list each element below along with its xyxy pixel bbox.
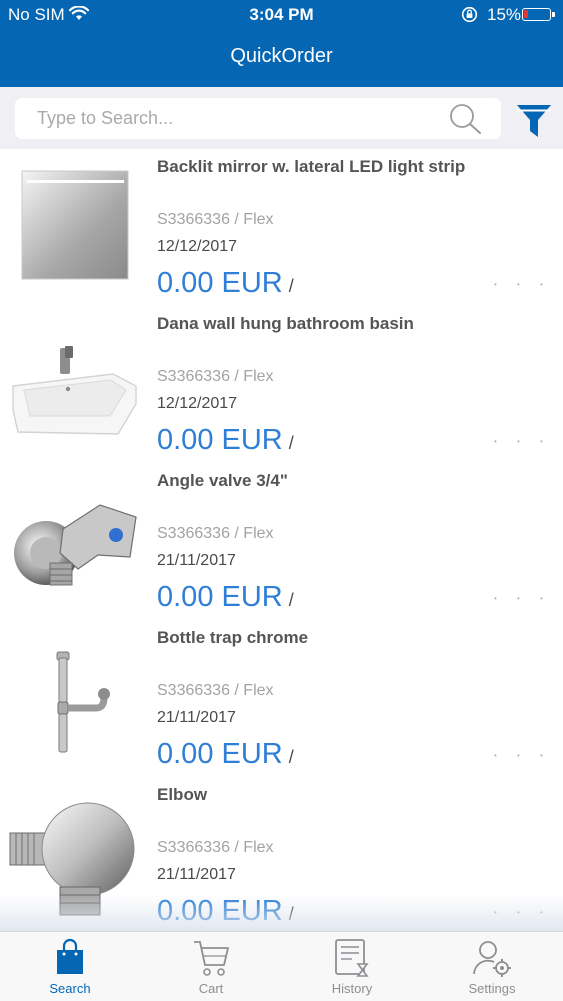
history-icon (334, 938, 370, 983)
tab-bar: Search Cart History Settings (0, 931, 563, 1001)
search-icon[interactable] (449, 103, 483, 140)
product-price: 0.00 EUR / (157, 424, 294, 457)
product-price: 0.00 EUR / (157, 895, 294, 928)
tab-label: Search (49, 981, 91, 996)
mirror-image (8, 163, 138, 293)
cart-icon (192, 938, 230, 983)
product-name: Dana wall hung bathroom basin (157, 314, 414, 333)
price-value: 0.00 EUR (157, 895, 283, 927)
app-header: No SIM 3:04 PM 15% QuickOrder (0, 0, 563, 87)
more-options-button[interactable]: • • • (494, 280, 552, 289)
battery-icon (522, 8, 555, 21)
product-date: 21/11/2017 (157, 866, 236, 883)
product-name: Backlit mirror w. lateral LED light stri… (157, 157, 466, 176)
clock: 3:04 PM (249, 5, 314, 24)
product-date: 12/12/2017 (157, 395, 238, 412)
tab-cart[interactable]: Cart (141, 932, 281, 1001)
search-placeholder: Type to Search... (37, 108, 174, 128)
product-sku: S3366336 / Flex (157, 682, 274, 699)
product-row[interactable]: Angle valve 3/4" S3366336 / Flex 21/11/2… (0, 463, 563, 621)
product-price: 0.00 EUR / (157, 581, 294, 614)
product-sku: S3366336 / Flex (157, 211, 274, 228)
product-row[interactable]: Backlit mirror w. lateral LED light stri… (0, 149, 563, 307)
settings-icon (472, 938, 512, 983)
valve-image (8, 477, 138, 607)
price-value: 0.00 EUR (157, 738, 283, 770)
shopping-bag-icon (55, 938, 85, 981)
product-date: 21/11/2017 (157, 552, 236, 569)
more-options-button[interactable]: • • • (494, 908, 552, 917)
product-sku: S3366336 / Flex (157, 839, 274, 856)
tab-label: Cart (198, 981, 224, 996)
product-date: 21/11/2017 (157, 709, 236, 726)
product-date: 12/12/2017 (157, 238, 238, 255)
price-value: 0.00 EUR (157, 267, 283, 299)
product-sku: S3366336 / Flex (157, 525, 274, 542)
product-row[interactable]: Bottle trap chrome S3366336 / Flex 21/11… (0, 620, 563, 778)
basin-image (8, 320, 138, 450)
price-unit: / (288, 433, 294, 453)
product-name: Angle valve 3/4" (157, 471, 288, 490)
elbow-image (8, 791, 138, 921)
filter-icon[interactable] (516, 103, 552, 144)
tab-settings[interactable]: Settings (422, 932, 562, 1001)
search-input[interactable]: Type to Search... (15, 98, 501, 139)
product-price: 0.00 EUR / (157, 738, 294, 771)
tab-search[interactable]: Search (0, 932, 140, 1001)
search-bar: Type to Search... (0, 87, 563, 149)
product-row[interactable]: Dana wall hung bathroom basin S3366336 /… (0, 306, 563, 464)
more-options-button[interactable]: • • • (494, 751, 552, 760)
product-sku: S3366336 / Flex (157, 368, 274, 385)
tab-history[interactable]: History (282, 932, 422, 1001)
product-name: Elbow (157, 785, 208, 804)
price-value: 0.00 EUR (157, 581, 283, 613)
price-unit: / (288, 590, 294, 610)
product-list: Backlit mirror w. lateral LED light stri… (0, 149, 563, 930)
more-options-button[interactable]: • • • (494, 594, 552, 603)
price-unit: / (288, 747, 294, 767)
price-unit: / (288, 904, 294, 924)
more-options-button[interactable]: • • • (494, 437, 552, 446)
price-value: 0.00 EUR (157, 424, 283, 456)
rotation-lock-icon (461, 6, 478, 28)
page-title: QuickOrder (230, 45, 333, 67)
price-unit: / (288, 276, 294, 296)
product-name: Bottle trap chrome (157, 628, 309, 647)
product-price: 0.00 EUR / (157, 267, 294, 300)
tab-label: Settings (468, 981, 516, 996)
battery-percent: 15% (487, 5, 522, 24)
trap-image (8, 634, 138, 764)
tab-label: History (331, 981, 373, 996)
product-row[interactable]: Elbow S3366336 / Flex 21/11/2017 0.00 EU… (0, 777, 563, 930)
status-bar: No SIM 3:04 PM 15% (0, 0, 563, 30)
